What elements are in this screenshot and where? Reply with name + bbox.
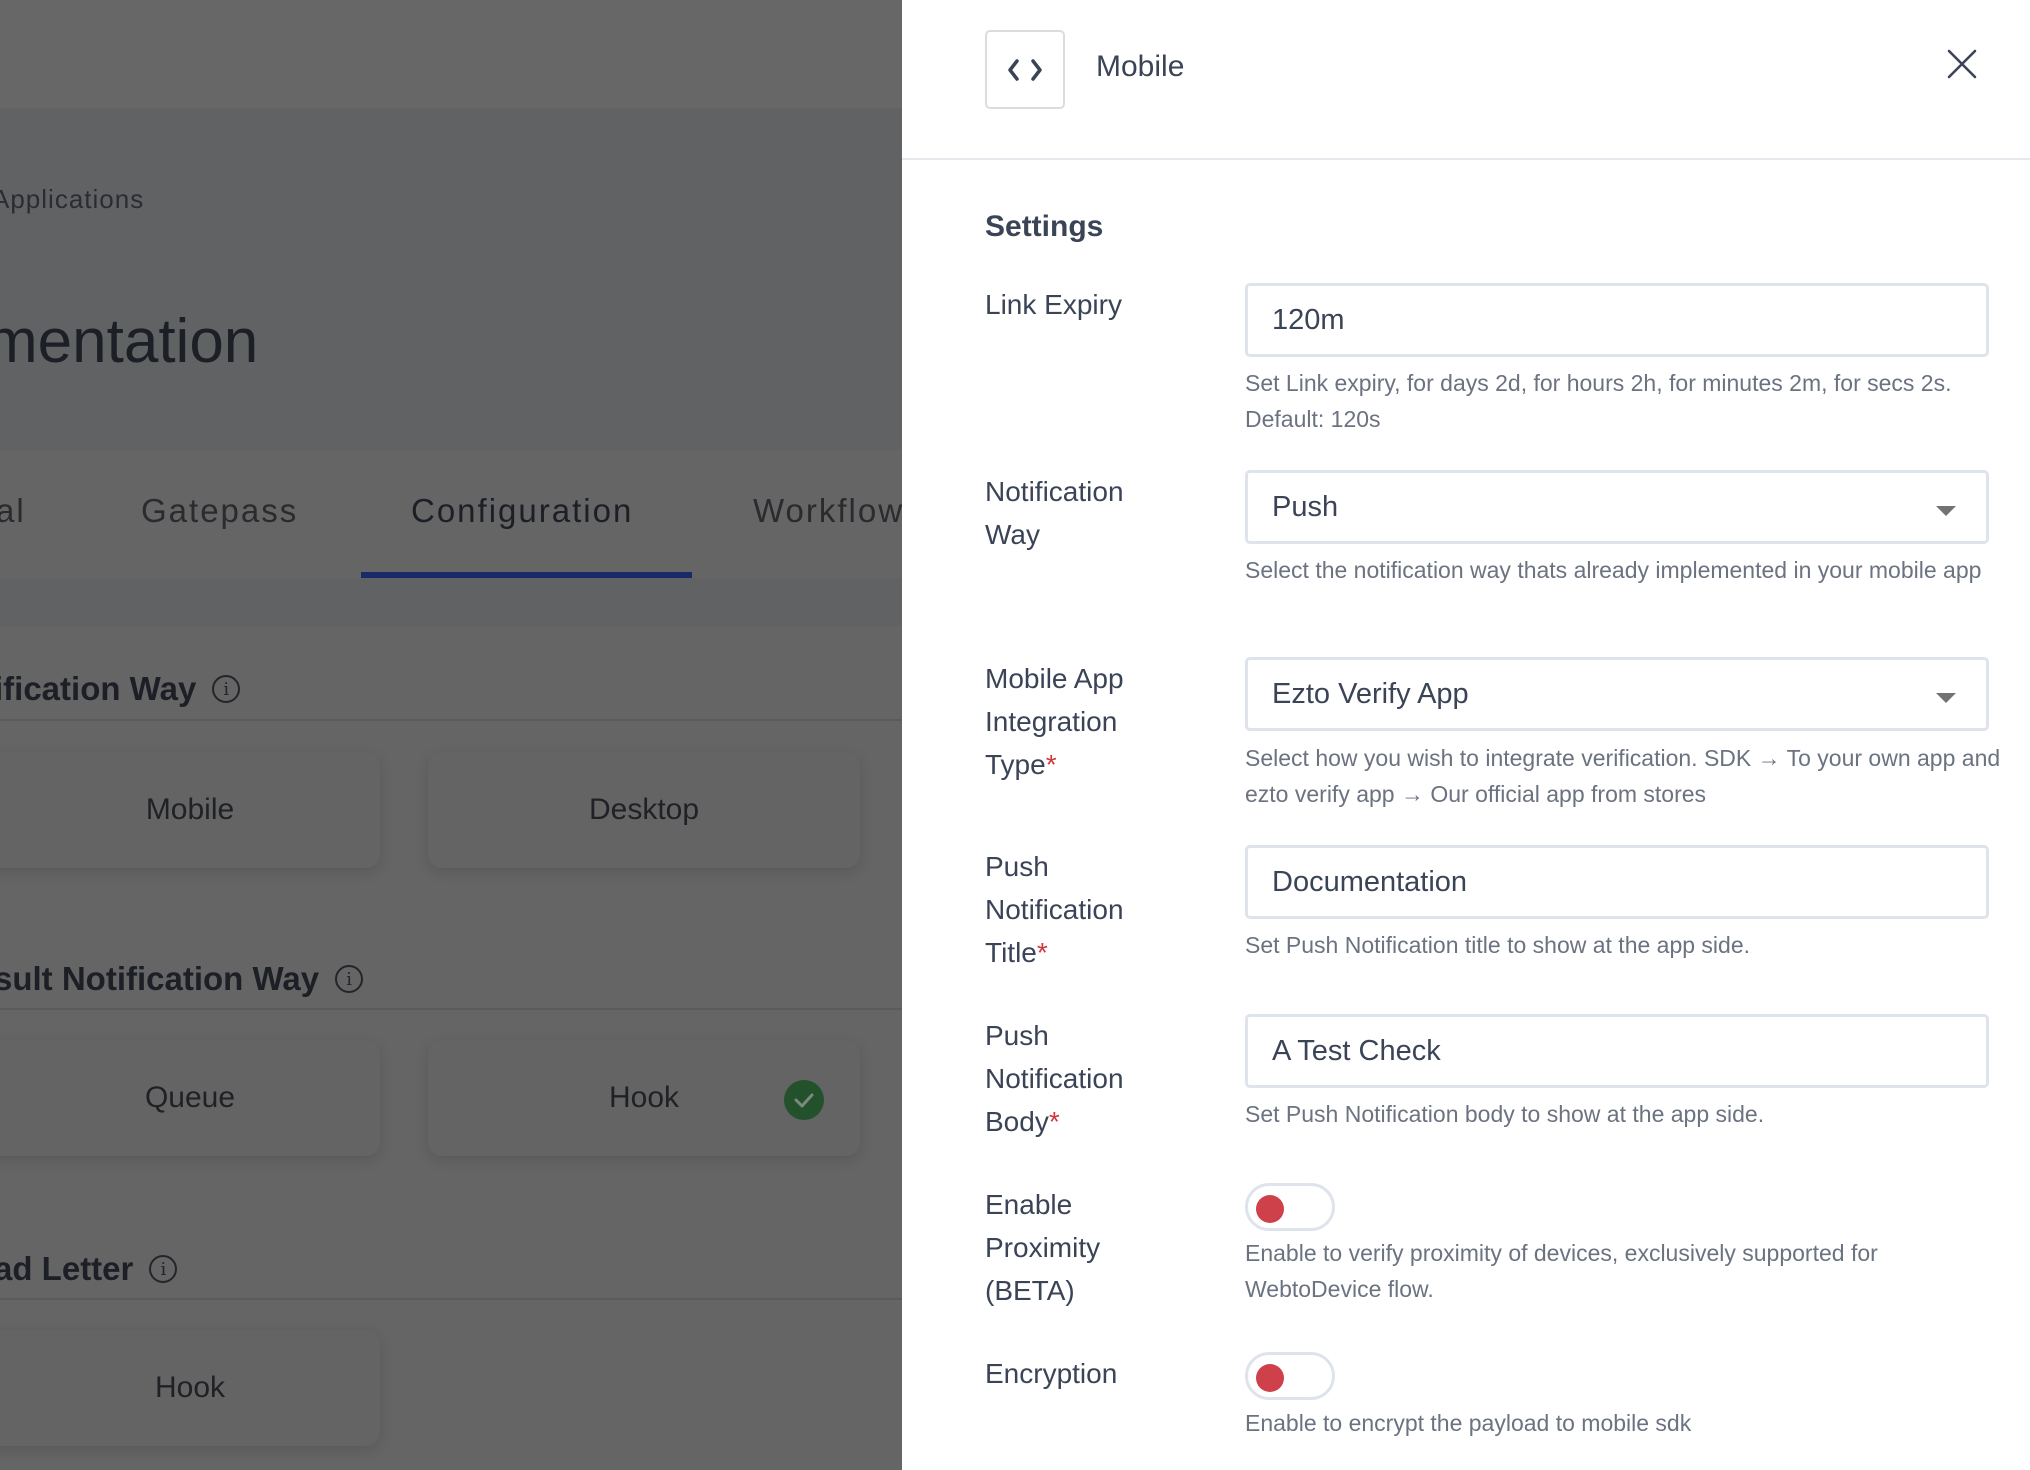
proximity-label: Enable Proximity (BETA): [985, 1183, 1185, 1312]
selected-value: Ezto Verify App: [1272, 677, 1469, 710]
toggle-knob: [1256, 1195, 1284, 1223]
label-text: Push: [985, 851, 1049, 882]
option-card-hook[interactable]: Hook: [428, 1040, 860, 1156]
card-label: Desktop: [588, 793, 700, 826]
section-title-text: ad Letter: [0, 1250, 134, 1287]
configuration-content: ification Way i Mobile Desktop sult Noti…: [0, 626, 902, 1470]
option-card-queue[interactable]: Queue: [0, 1040, 380, 1156]
push-body-label: Push Notification Body*: [985, 1014, 1185, 1143]
card-label: Hook: [154, 1371, 226, 1404]
label-text: Notification: [985, 1063, 1124, 1094]
integration-type-label: Mobile App Integration Type*: [985, 657, 1185, 786]
link-expiry-input[interactable]: [1245, 283, 1989, 357]
label-text: Link Expiry: [985, 289, 1122, 320]
tab-bar: al Gatepass Configuration Workflow: [0, 450, 902, 578]
option-card-mobile[interactable]: Mobile: [0, 752, 380, 868]
section-title-dead-letter: ad Letter i: [0, 1250, 178, 1288]
section-divider: [0, 1298, 902, 1300]
card-label: Hook: [608, 1081, 680, 1114]
label-text: Mobile App: [985, 663, 1124, 694]
mobile-settings-drawer: Mobile Settings Link Expiry Set Link exp…: [902, 0, 2030, 1470]
section-title-text: sult Notification Way: [0, 960, 320, 997]
background-page: Applications mentation al Gatepass Confi…: [0, 0, 902, 1470]
notification-way-select[interactable]: Push: [1245, 470, 1989, 544]
check-circle-icon: [784, 1080, 824, 1120]
tab-gatepass[interactable]: Gatepass: [141, 492, 298, 530]
proximity-toggle[interactable]: [1245, 1183, 1335, 1231]
section-title-text: ification Way: [0, 670, 197, 707]
label-text: Encryption: [985, 1358, 1118, 1389]
info-icon[interactable]: i: [149, 1255, 178, 1283]
link-expiry-help: Set Link expiry, for days 2d, for hours …: [1245, 370, 1952, 432]
settings-heading: Settings: [985, 210, 1104, 243]
proximity-help: Enable to verify proximity of devices, e…: [1245, 1240, 1878, 1302]
selected-value: Push: [1272, 490, 1339, 523]
tab-configuration[interactable]: Configuration: [411, 492, 633, 530]
section-title-result-notification-way: sult Notification Way i: [0, 960, 364, 998]
option-card-dead-letter-hook[interactable]: Hook: [0, 1330, 380, 1446]
code-brackets-icon: [985, 30, 1065, 109]
top-bar: [0, 0, 902, 108]
label-text: Proximity: [985, 1232, 1101, 1263]
integration-type-help: Select how you wish to integrate verific…: [1245, 745, 2001, 807]
push-title-label: Push Notification Title*: [985, 845, 1185, 974]
push-body-input[interactable]: [1245, 1014, 1989, 1088]
label-text: Way: [985, 519, 1040, 550]
active-tab-indicator: [361, 572, 692, 578]
label-text: (BETA): [985, 1275, 1075, 1306]
section-divider: [0, 719, 902, 721]
encryption-help: Enable to encrypt the payload to mobile …: [1245, 1410, 1692, 1436]
label-text: Enable: [985, 1189, 1073, 1220]
notification-way-help: Select the notification way thats alread…: [1245, 557, 1982, 583]
chevron-down-icon: [1936, 693, 1956, 703]
encryption-toggle[interactable]: [1245, 1352, 1335, 1400]
breadcrumb[interactable]: Applications: [0, 184, 144, 215]
label-text: Notification: [985, 476, 1124, 507]
label-text: Notification: [985, 894, 1124, 925]
close-icon[interactable]: [1947, 49, 1977, 79]
card-label: Queue: [144, 1081, 236, 1114]
toggle-knob: [1256, 1364, 1284, 1392]
info-icon[interactable]: i: [212, 675, 241, 703]
option-card-desktop[interactable]: Desktop: [428, 752, 860, 868]
required-marker: *: [1048, 1106, 1060, 1137]
page-title: mentation: [0, 307, 259, 376]
chevron-down-icon: [1936, 506, 1956, 516]
section-title-notification-way: ification Way i: [0, 670, 241, 708]
card-label: Mobile: [145, 793, 235, 826]
notification-way-label: Notification Way: [985, 470, 1185, 556]
label-text: Integration: [985, 706, 1118, 737]
label-text: Title: [985, 937, 1037, 968]
tab-workflow[interactable]: Workflow: [753, 492, 902, 530]
encryption-label: Encryption: [985, 1352, 1185, 1395]
required-marker: *: [1036, 937, 1048, 968]
link-expiry-label: Link Expiry: [985, 283, 1185, 326]
close-button[interactable]: [1942, 44, 1982, 84]
push-body-help: Set Push Notification body to show at th…: [1245, 1101, 1765, 1127]
integration-type-select[interactable]: Ezto Verify App: [1245, 657, 1989, 731]
drawer-header: Mobile: [902, 0, 2030, 160]
push-title-help: Set Push Notification title to show at t…: [1245, 932, 1751, 958]
label-text: Type: [985, 749, 1046, 780]
required-marker: *: [1045, 749, 1057, 780]
info-icon[interactable]: i: [335, 965, 364, 993]
label-text: Body: [985, 1106, 1049, 1137]
push-title-input[interactable]: [1245, 845, 1989, 919]
section-divider: [0, 1008, 902, 1010]
label-text: Push: [985, 1020, 1049, 1051]
tab-general[interactable]: al: [0, 492, 26, 530]
drawer-title: Mobile: [1096, 50, 1185, 83]
